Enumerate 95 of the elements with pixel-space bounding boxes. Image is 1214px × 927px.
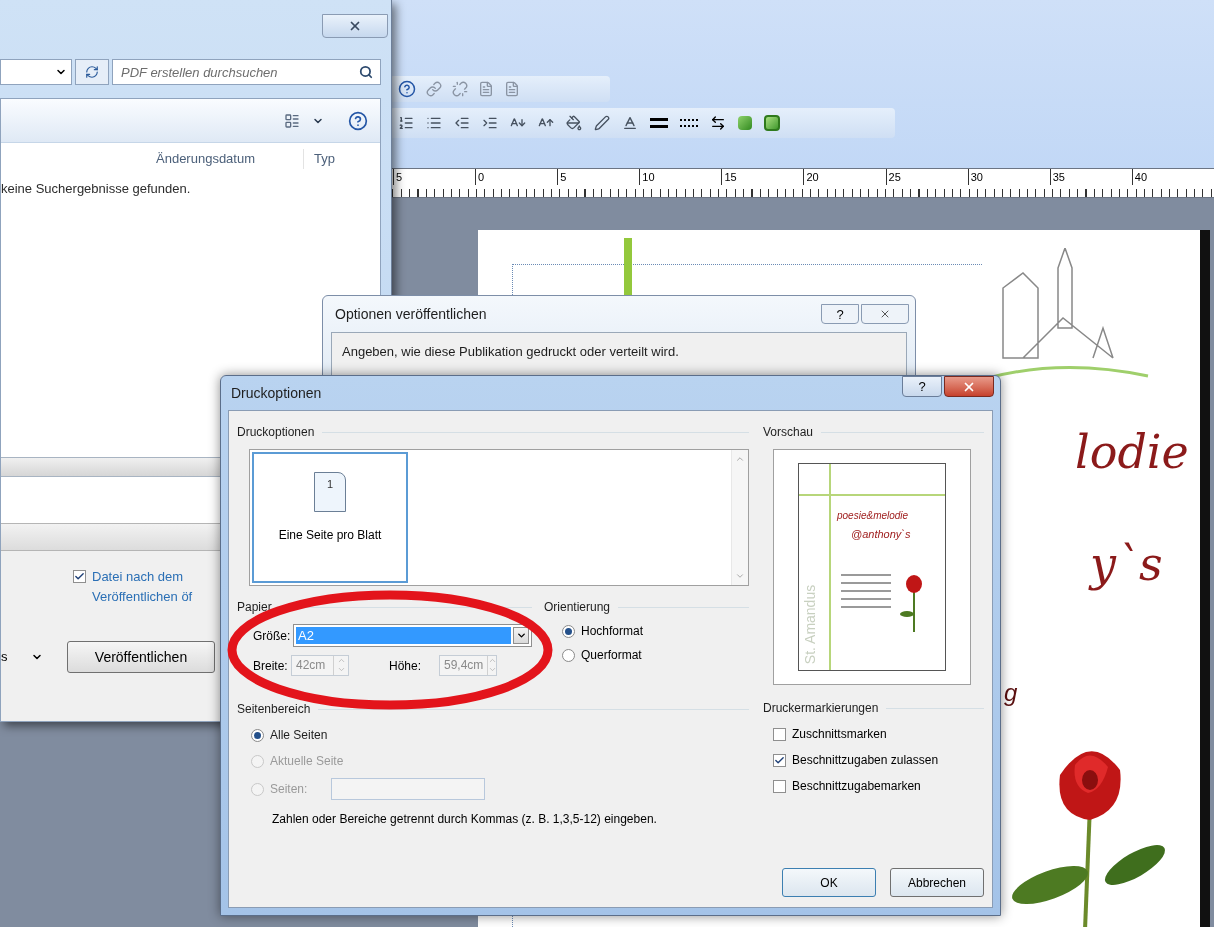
preview-lines-drawing: [841, 574, 891, 608]
publish-button[interactable]: Veröffentlichen: [67, 641, 215, 673]
checkbox-label[interactable]: Datei nach dem Veröffentlichen öf: [92, 567, 222, 607]
field-label: Größe:: [253, 627, 292, 645]
ruler-number: 40: [1131, 169, 1214, 185]
close-button[interactable]: [322, 14, 388, 38]
document-text: g: [1004, 678, 1018, 708]
help-icon[interactable]: [348, 110, 368, 131]
radio-label: Seiten:: [270, 781, 309, 798]
checkbox[interactable]: [773, 753, 786, 767]
fill-bucket-icon[interactable]: [566, 115, 582, 131]
ruler-number: 25: [885, 169, 968, 185]
radio-button[interactable]: [251, 728, 264, 742]
search-field[interactable]: PDF erstellen durchsuchen: [112, 59, 381, 85]
document-heading: lodie: [1075, 424, 1189, 481]
checkbox[interactable]: [73, 570, 86, 583]
checkbox-label: Beschnittzugaben zulassen: [792, 752, 939, 769]
checkbox[interactable]: [773, 779, 786, 793]
page-icon: 1: [314, 472, 346, 512]
radio-label: Alle Seiten: [270, 727, 328, 744]
spin-down-icon: [488, 665, 498, 674]
link-icon[interactable]: [426, 81, 442, 97]
ruler-number: 0: [475, 169, 558, 185]
help-button[interactable]: ?: [902, 376, 942, 397]
hint-text: Zahlen oder Bereiche getrennt durch Kommas (z. B. 1,3,5-12) eingeben.: [272, 811, 658, 828]
column-header[interactable]: Änderungsdatum: [146, 149, 304, 169]
layout-option[interactable]: 1 Eine Seite pro Blatt: [252, 452, 408, 583]
address-field[interactable]: [0, 59, 72, 85]
description: Angeben, wie diese Publikation gedruckt oder verteilt wird.: [342, 344, 679, 359]
shadow-icon[interactable]: [738, 116, 752, 130]
spin-up-icon: [336, 656, 346, 665]
checkbox[interactable]: [773, 727, 786, 741]
indent-icon[interactable]: [482, 115, 498, 131]
numbered-list-icon[interactable]: [398, 115, 414, 131]
preview-title: poesie&melodie: [837, 509, 909, 523]
file-type-dropdown[interactable]: s: [1, 647, 51, 667]
font-color-icon[interactable]: [622, 115, 638, 131]
search-icon: [359, 65, 373, 79]
preview-side-text: St. Amandus: [801, 584, 820, 665]
empty-message: keine Suchergebnisse gefunden.: [1, 180, 192, 198]
scroll-down-icon: [735, 571, 745, 581]
scroll-up-icon: [735, 454, 745, 464]
ruler-number: 10: [639, 169, 722, 185]
bullet-list-icon[interactable]: [426, 115, 442, 131]
close-icon: [879, 308, 891, 320]
unlink-icon[interactable]: [452, 81, 468, 97]
document-heading: y`s: [1090, 536, 1163, 593]
help-button[interactable]: ?: [821, 304, 859, 324]
dash-style-icon[interactable]: [680, 119, 698, 127]
ruler-number: 5: [557, 169, 640, 185]
radio-label: Querformat: [581, 647, 642, 664]
close-icon: [348, 19, 362, 33]
checkbox-label: Beschnittzugabemarken: [792, 778, 921, 795]
ruler-number: 20: [803, 169, 886, 185]
ruler-number: 35: [1049, 169, 1132, 185]
refresh-button[interactable]: [75, 59, 109, 85]
field-label: Breite:: [253, 657, 289, 675]
caret-icon: [515, 630, 527, 641]
window-title: Druckoptionen: [231, 383, 322, 403]
cube-icon[interactable]: [764, 115, 780, 131]
ruler-number: 5: [393, 169, 476, 185]
radio-button[interactable]: [562, 624, 575, 638]
group-heading: Druckoptionen: [237, 424, 315, 441]
checkbox-label: Zuschnittsmarken: [792, 726, 887, 743]
radio-label: Hochformat: [581, 623, 644, 640]
group-heading: Seitenbereich: [237, 701, 311, 718]
text-box-icon[interactable]: [504, 81, 520, 97]
dialog-button[interactable]: Abbrechen: [890, 868, 984, 897]
layout-label: Eine Seite pro Blatt: [278, 527, 382, 544]
group-heading: Druckermarkierungen: [763, 700, 879, 717]
radio-button[interactable]: [562, 648, 575, 662]
view-icon[interactable]: [284, 112, 300, 129]
ruler-number: 30: [967, 169, 1050, 185]
field-label: Höhe:: [389, 657, 423, 675]
refresh-icon: [85, 65, 99, 79]
outdent-icon[interactable]: [454, 115, 470, 131]
radio-label: Aktuelle Seite: [270, 753, 344, 770]
pages-field[interactable]: [331, 778, 485, 800]
line-weight-icon[interactable]: [650, 118, 668, 128]
pen-icon[interactable]: [594, 115, 610, 131]
spin-down-icon: [336, 665, 346, 674]
close-button[interactable]: [944, 376, 994, 397]
preview-subtitle: @anthony`s: [851, 527, 911, 542]
ruler-number: 15: [721, 169, 804, 185]
group-heading: Orientierung: [544, 599, 611, 616]
column-header[interactable]: Typ: [304, 149, 335, 169]
dialog-button[interactable]: OK: [782, 868, 876, 897]
group-heading: Vorschau: [763, 424, 814, 441]
group-heading: Papier: [237, 599, 272, 616]
vertical-bar: [624, 238, 632, 298]
arrows-icon[interactable]: [710, 115, 726, 131]
help-icon[interactable]: [398, 80, 416, 98]
spin-up-icon: [488, 656, 498, 665]
window-title: Optionen veröffentlichen: [335, 304, 487, 324]
text-box-icon[interactable]: [478, 81, 494, 97]
